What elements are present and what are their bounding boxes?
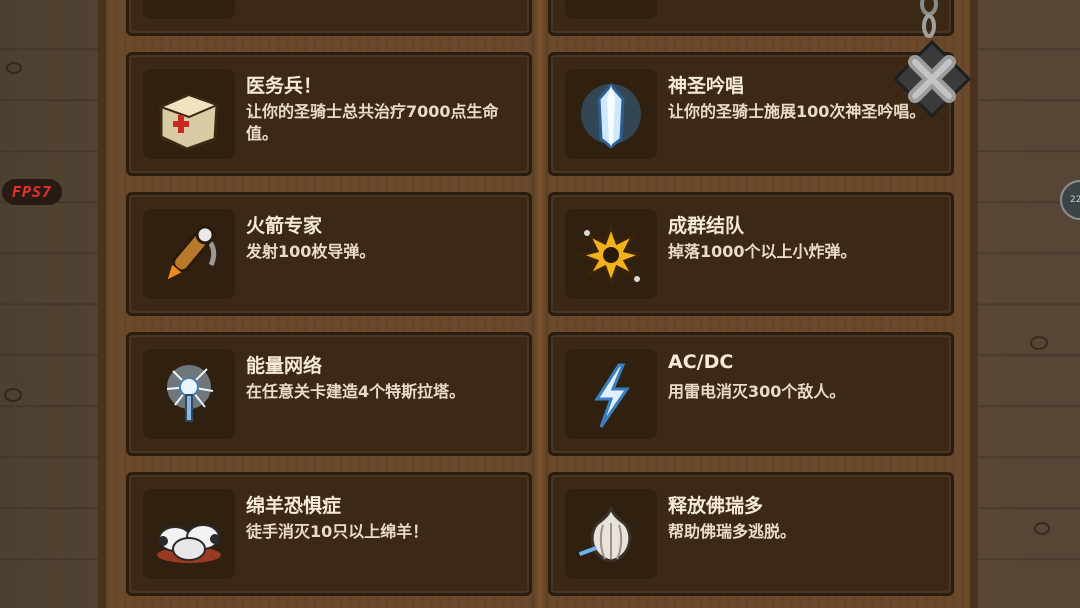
panel-divider <box>532 0 548 608</box>
achievement-title: 释放佛瑞多 <box>668 495 764 517</box>
holy-crystal-icon <box>565 69 657 159</box>
partial-icon-top-left <box>143 0 235 19</box>
achievement-card-fredo[interactable]: 释放佛瑞多 帮助佛瑞多逃脱。 <box>548 472 954 596</box>
achievement-description: 掉落1000个以上小炸弹。 <box>668 242 857 261</box>
achievement-description: 帮助佛瑞多逃脱。 <box>668 522 797 541</box>
explosion-icon <box>565 209 657 299</box>
garlic-icon <box>565 489 657 579</box>
achievement-title: 神圣吟唱 <box>668 75 745 97</box>
achievement-card-sheep[interactable]: 绵羊恐惧症 徒手消灭10只以上绵羊！ <box>126 472 532 596</box>
achievement-card[interactable] <box>548 0 954 36</box>
achievement-title: 成群结队 <box>668 215 745 237</box>
achievement-description: 徒手消灭10只以上绵羊！ <box>246 522 429 541</box>
achievement-description: 在任意关卡建造4个特斯拉塔。 <box>246 382 466 401</box>
achievement-card-rocket[interactable]: 火箭专家 发射100枚导弹。 <box>126 192 532 316</box>
lightning-icon <box>565 349 657 439</box>
achievement-card[interactable] <box>126 0 532 36</box>
wood-knot <box>1034 522 1050 535</box>
wood-knot <box>4 388 22 402</box>
close-button[interactable] <box>892 39 972 119</box>
wood-knot <box>1030 336 1048 350</box>
achievement-card-power-grid[interactable]: 能量网络 在任意关卡建造4个特斯拉塔。 <box>126 332 532 456</box>
wood-knot <box>6 62 22 74</box>
achievement-card-swarm[interactable]: 成群结队 掉落1000个以上小炸弹。 <box>548 192 954 316</box>
sheep-icon <box>143 489 235 579</box>
achievement-description: 发射100枚导弹。 <box>246 242 376 261</box>
achievement-title: 火箭专家 <box>246 215 323 237</box>
achievement-card-acdc[interactable]: AC/DC 用雷电消灭300个敌人。 <box>548 332 954 456</box>
achievement-title: 能量网络 <box>246 355 323 377</box>
achievement-title: AC/DC <box>668 351 734 373</box>
rocket-icon <box>143 209 235 299</box>
achievement-description: 用雷电消灭300个敌人。 <box>668 382 846 401</box>
partial-icon-top-right <box>565 0 657 19</box>
achievement-title: 绵羊恐惧症 <box>246 495 342 517</box>
medkit-icon <box>143 69 235 159</box>
tesla-coil-icon <box>143 349 235 439</box>
chain-icon <box>920 0 938 38</box>
achievement-title: 医务兵！ <box>246 75 323 97</box>
achievement-description: 让你的圣骑士总共治疗7000点生命值。 <box>246 102 499 143</box>
close-icon <box>892 39 972 119</box>
achievement-card-medic[interactable]: 医务兵！ 让你的圣骑士总共治疗7000点生命值。 <box>126 52 532 176</box>
fps-counter: FPS7 <box>2 179 62 205</box>
